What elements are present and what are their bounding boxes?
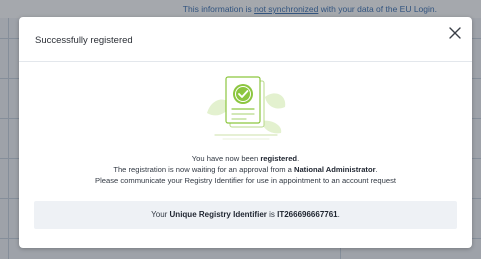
message-line1-suffix: . xyxy=(297,154,300,163)
identifier-middle: is xyxy=(266,210,278,219)
document-check-icon xyxy=(207,76,286,140)
dialog-title: Successfully registered xyxy=(35,35,133,46)
communicate-message: Please communicate your Registry Identif… xyxy=(95,176,396,185)
identifier-label: Unique Registry Identifier xyxy=(169,210,267,219)
close-button[interactable] xyxy=(448,26,462,40)
identifier-value: IT266696667761 xyxy=(277,210,338,219)
registered-message: You have now been registered. xyxy=(19,154,472,164)
identifier-prefix: Your xyxy=(151,210,170,219)
identifier-suffix: . xyxy=(337,210,340,219)
message-line2-bold: National Administrator xyxy=(293,165,376,174)
message-line1-prefix: You have now been xyxy=(191,154,261,163)
message-line1-bold: registered xyxy=(260,154,298,163)
success-dialog: Successfully registered You have now bee… xyxy=(19,17,472,248)
identifier-box: Your Unique Registry Identifier is IT266… xyxy=(34,201,457,229)
approval-message: The registration is now waiting for an a… xyxy=(19,165,472,175)
close-icon xyxy=(449,27,461,39)
dialog-header: Successfully registered xyxy=(19,17,472,62)
message-line2-suffix: . xyxy=(375,165,378,174)
message-line2-prefix: The registration is now waiting for an a… xyxy=(113,165,294,174)
identifier-text: Your Unique Registry Identifier is IT266… xyxy=(34,210,457,219)
